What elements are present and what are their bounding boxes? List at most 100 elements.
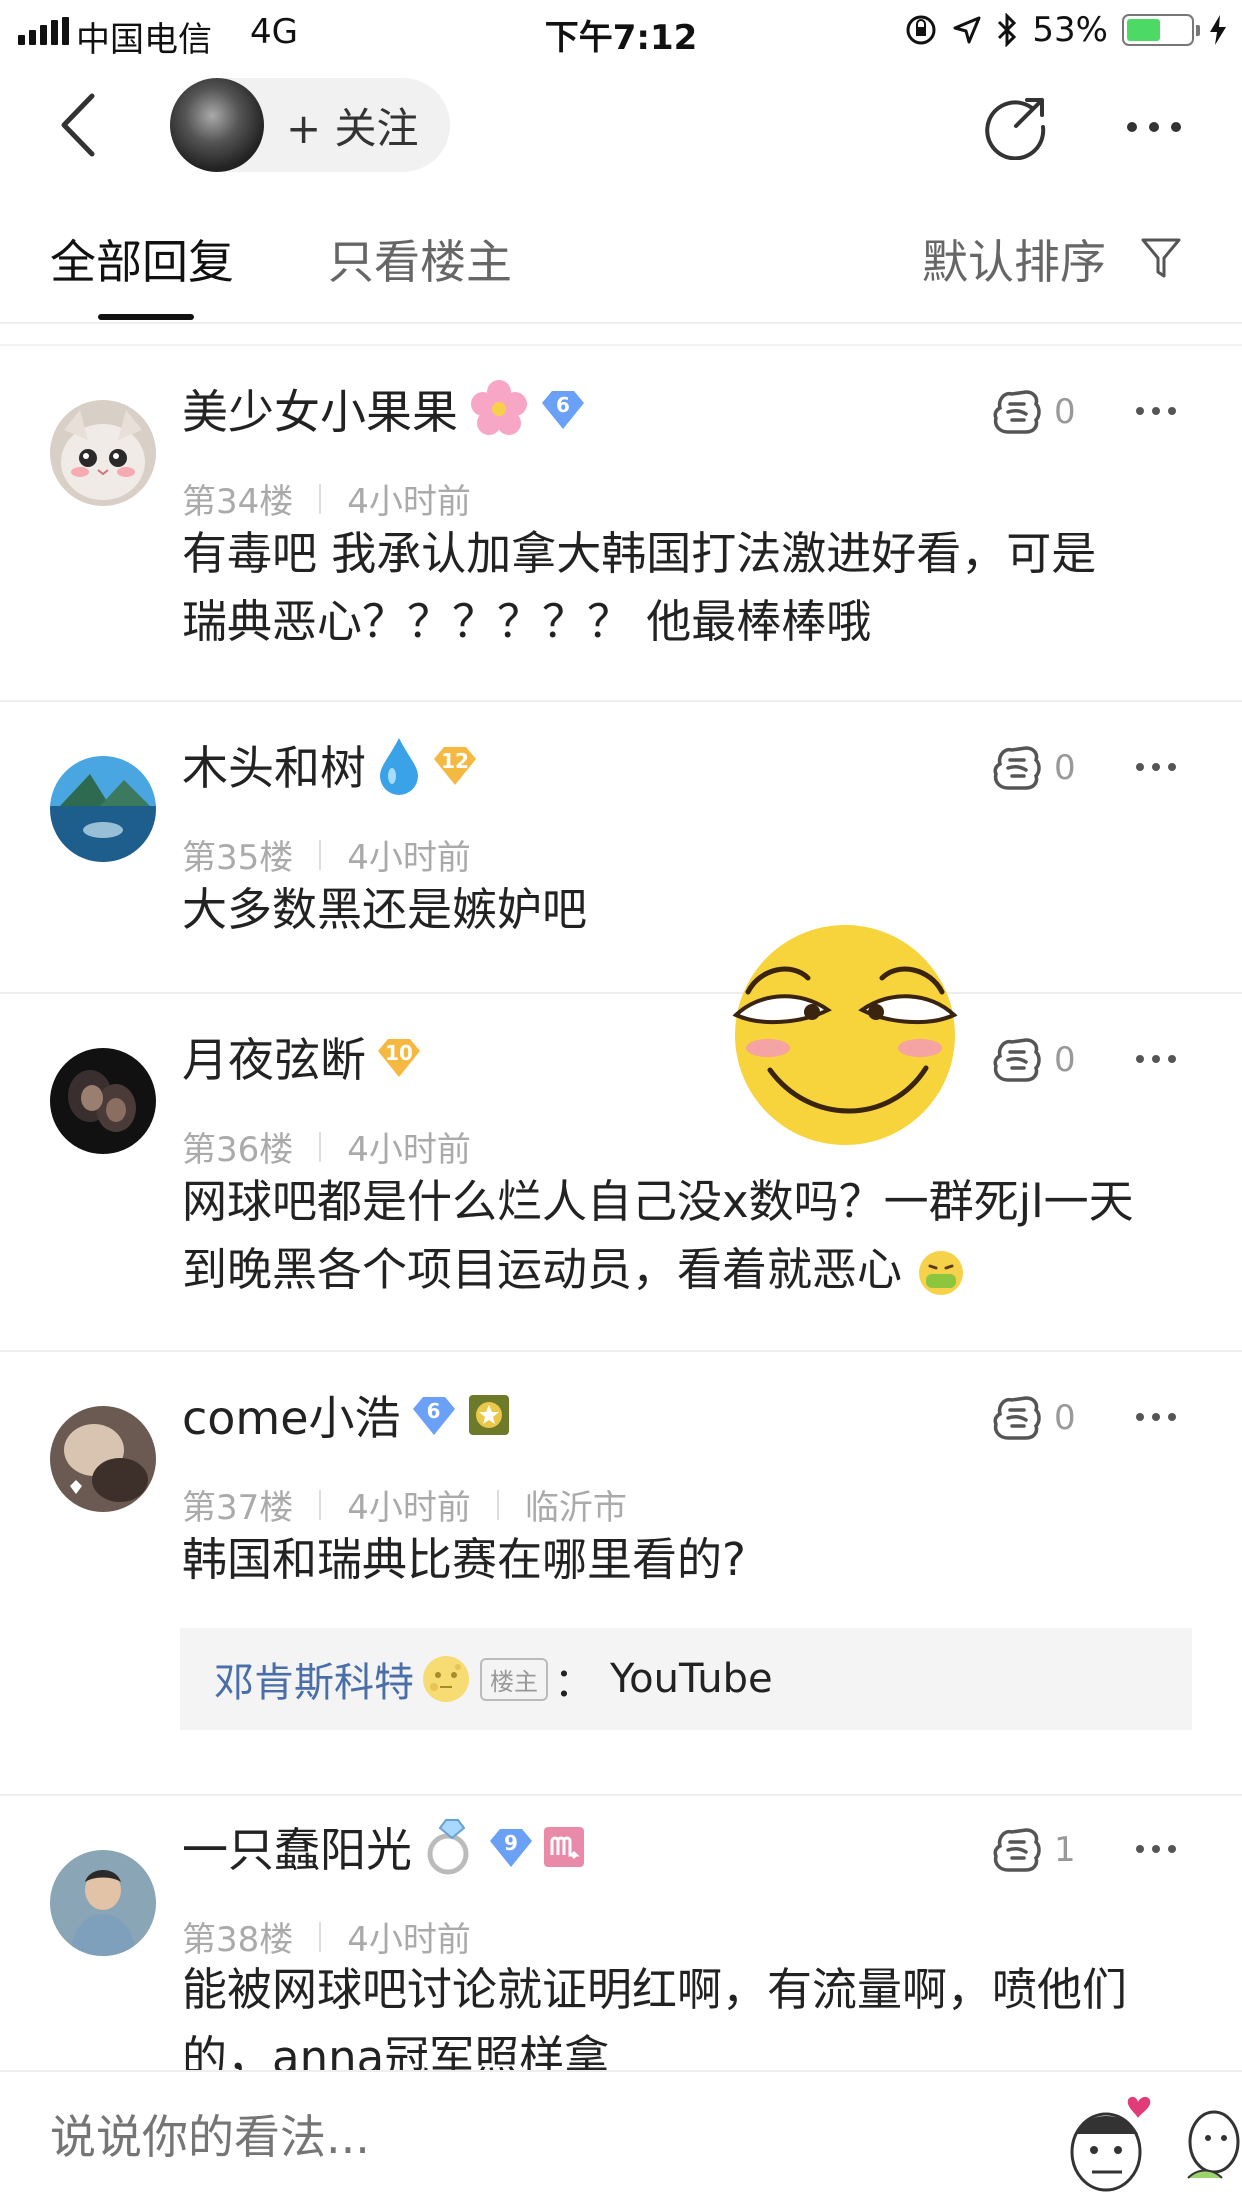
avatar[interactable]: [50, 1048, 156, 1154]
location: 临沂市: [524, 1488, 627, 1528]
more-icon[interactable]: [1134, 1842, 1178, 1856]
more-icon[interactable]: [1124, 112, 1184, 142]
medal-badge-icon: [468, 1395, 509, 1435]
active-tab-indicator: [98, 314, 194, 320]
floor-number: 第36楼: [182, 1130, 294, 1170]
filter-icon[interactable]: [1140, 236, 1182, 280]
reply-username[interactable]: 邓肯斯科特: [214, 1650, 414, 1708]
charging-icon: [1210, 15, 1226, 45]
username[interactable]: come小浩: [182, 1382, 401, 1448]
username[interactable]: 木头和树: [182, 732, 366, 798]
divider: [319, 483, 322, 514]
comment-meta: 第36楼 4小时前: [182, 1122, 471, 1171]
sick-emoji-icon: [919, 1251, 964, 1295]
divider: [496, 1489, 499, 1520]
like-icon: [993, 746, 1041, 790]
comment-text: 有毒吧 我承认加拿大韩国打法激进好看，可是 瑞典恶心？？？？？？ 他最棒棒哦: [182, 527, 1097, 648]
divider: [319, 839, 322, 870]
comment-text: 韩国和瑞典比赛在哪里看的?: [182, 1533, 746, 1586]
like-icon: [993, 390, 1041, 434]
timestamp: 4小时前: [347, 1488, 471, 1528]
username[interactable]: 一只蠢阳光: [182, 1814, 412, 1880]
ring-emoji-icon: [427, 1819, 469, 1875]
battery-icon: [1122, 14, 1200, 46]
like-button[interactable]: 0: [990, 1392, 1076, 1444]
comment-bar: [0, 2070, 1242, 2208]
like-count: 0: [1054, 748, 1076, 788]
avatar[interactable]: [50, 756, 156, 862]
user-info: come小浩 6: [182, 1382, 511, 1448]
sticker-icon[interactable]: [1060, 2082, 1156, 2202]
reply-colon: ：: [554, 1660, 594, 1706]
user-info: 木头和树 12: [182, 732, 478, 798]
more-icon[interactable]: [1134, 760, 1178, 774]
like-count: 0: [1054, 1398, 1076, 1438]
back-icon[interactable]: [44, 90, 114, 160]
comment-input[interactable]: [50, 2110, 950, 2164]
follow-label: + 关注: [286, 103, 419, 153]
sub-reply[interactable]: 邓肯斯科特 楼主 ： YouTube: [180, 1628, 1192, 1730]
timestamp: 4小时前: [347, 838, 471, 878]
op-tag: 楼主: [480, 1657, 548, 1701]
like-count: 1: [1054, 1830, 1076, 1870]
avatar[interactable]: [50, 1406, 156, 1512]
comment-item: 木头和树 12 第35楼 4小时前 0 大多数黑还是嫉妒吧: [0, 702, 1242, 994]
sticker-icon[interactable]: [1178, 2082, 1242, 2202]
status-icons: 53%: [904, 10, 1228, 50]
comment-item: 一只蠢阳光 9 第38楼 4小时前 1 能被网球吧讨论就证明红啊，有流量啊，喷他…: [0, 1796, 1242, 2096]
like-button[interactable]: 0: [990, 1034, 1076, 1086]
rotation-lock-icon: [906, 15, 936, 45]
tab-op-only[interactable]: 只看楼主: [328, 226, 512, 292]
moon-face-emoji-icon: [423, 1656, 469, 1702]
user-info: 一只蠢阳光 9: [182, 1814, 584, 1880]
like-button[interactable]: 1: [990, 1824, 1076, 1876]
comment-item: 月夜弦断 10 第36楼 4小时前 0 网球吧都是什么烂人自己没x数吗？一群死j…: [0, 994, 1242, 1352]
comment-item: come小浩 6 第37楼 4小时前 临沂市 0 韩国和瑞典比赛在哪里看的? 邓…: [0, 1352, 1242, 1796]
comment-meta: 第38楼 4小时前: [182, 1912, 471, 1961]
divider: [319, 1489, 322, 1520]
more-icon[interactable]: [1134, 1410, 1178, 1424]
comment-meta: 第34楼 4小时前: [182, 474, 471, 523]
timestamp: 4小时前: [347, 1920, 471, 1960]
like-button[interactable]: 0: [990, 742, 1076, 794]
battery-fill: [1127, 19, 1160, 41]
follow-button[interactable]: + 关注: [170, 78, 450, 172]
flower-emoji-icon: [471, 380, 527, 435]
location-icon: [953, 16, 981, 44]
reply-text: YouTube: [610, 1656, 773, 1702]
comment-meta: 第37楼 4小时前 临沂市: [182, 1480, 627, 1529]
user-info: 月夜弦断 10: [182, 1024, 422, 1090]
comment-item: 美少女小果果 6 第34楼 4小时前 0 有毒吧 我承认加拿大韩国打法激进好看，…: [0, 346, 1242, 702]
smirk-emoji-icon: [732, 925, 958, 1145]
username[interactable]: 月夜弦断: [182, 1024, 366, 1090]
more-icon[interactable]: [1134, 404, 1178, 418]
scorpio-badge-icon: [544, 1827, 584, 1867]
username[interactable]: 美少女小果果: [182, 376, 458, 442]
comment-text: 网球吧都是什么烂人自己没x数吗？一群死jl一天 到晚黑各个项目运动员，看着就恶心: [182, 1175, 1134, 1296]
more-icon[interactable]: [1134, 1052, 1178, 1066]
divider: [319, 1131, 322, 1162]
level-badge-icon: 10: [376, 1035, 422, 1079]
like-button[interactable]: 0: [990, 386, 1076, 438]
battery-percent: 53%: [1032, 10, 1108, 50]
level-badge-icon: 9: [488, 1825, 534, 1869]
droplet-emoji-icon: [380, 738, 418, 795]
avatar[interactable]: [50, 400, 156, 506]
like-count: 0: [1054, 1040, 1076, 1080]
bluetooth-icon: [998, 13, 1017, 47]
comment-meta: 第35楼 4小时前: [182, 830, 471, 879]
tab-bar: 全部回复 只看楼主 默认排序: [0, 188, 1242, 324]
floor-number: 第38楼: [182, 1920, 294, 1960]
share-icon[interactable]: [982, 94, 1048, 160]
like-icon: [993, 1038, 1041, 1082]
avatar[interactable]: [50, 1850, 156, 1956]
tab-all-replies[interactable]: 全部回复: [50, 226, 234, 292]
sort-dropdown[interactable]: 默认排序: [922, 226, 1106, 292]
like-icon: [993, 1396, 1041, 1440]
timestamp: 4小时前: [347, 1130, 471, 1170]
floor-number: 第37楼: [182, 1488, 294, 1528]
floor-number: 第34楼: [182, 482, 294, 522]
avatar[interactable]: [170, 78, 264, 172]
level-badge-icon: 12: [432, 743, 478, 787]
status-bar: 中国电信 4G 下午7:12 53%: [0, 0, 1242, 62]
